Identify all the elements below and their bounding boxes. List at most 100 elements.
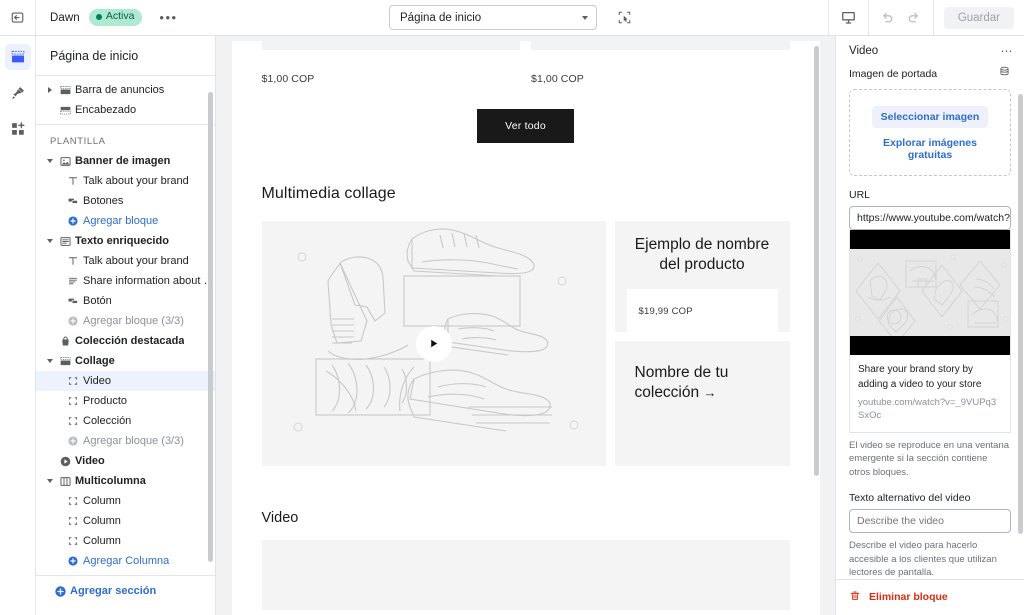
alt-text-input[interactable] — [849, 509, 1011, 534]
block-icon — [63, 415, 83, 427]
sidebar-add-column[interactable]: Agregar Columna — [36, 551, 215, 571]
plus-circle-icon — [63, 555, 83, 567]
video-preview-card[interactable]: Share your brand story by adding a video… — [849, 230, 1011, 433]
panel-actions-menu[interactable]: ⋯ — [1001, 45, 1015, 57]
sidebar-section-label: Colección destacada — [75, 335, 185, 347]
sidebar-add-block-collage[interactable]: Agregar bloque (3/3) — [36, 431, 215, 451]
sidebar-item-header[interactable]: Encabezado — [36, 100, 215, 120]
sidebar-section-collage[interactable]: Collage — [36, 351, 215, 371]
sidebar-block-label: Talk about your brand — [83, 255, 189, 267]
add-section-button[interactable]: Agregar sección — [36, 581, 215, 601]
sidebar-add-block-label: Agregar bloque (3/3) — [83, 315, 184, 327]
add-section-label: Agregar sección — [70, 585, 157, 597]
sidebar-title: Página de inicio — [50, 49, 139, 63]
text-icon — [63, 175, 83, 187]
sidebar-block-boton[interactable]: Botón — [36, 291, 215, 311]
sidebar-block-label: Colección — [83, 415, 132, 427]
sidebar-section-label: Multicolumna — [75, 475, 146, 487]
sidebar-section-banner-de-imagen[interactable]: Banner de imagen — [36, 151, 215, 171]
exit-editor-button[interactable] — [0, 0, 36, 36]
redo-button[interactable] — [901, 5, 927, 31]
play-button[interactable] — [415, 325, 452, 362]
editor-body: Página de inicio Barra de anuncios Encab… — [0, 36, 1024, 615]
panel-scrollbar-thumb[interactable] — [1018, 94, 1023, 534]
save-button[interactable]: Guardar — [943, 6, 1014, 29]
preview-scrollbar-thumb[interactable] — [813, 46, 819, 476]
sidebar-top-group: Barra de anuncios Encabezado — [36, 75, 215, 124]
url-input[interactable]: https://www.youtube.com/watch?v=_9VUPq3S… — [849, 206, 1011, 230]
plus-circle-icon — [50, 585, 70, 598]
collage-section-heading: Multimedia collage — [261, 185, 396, 202]
sidebar-section-coleccion-destacada[interactable]: Colección destacada — [36, 331, 215, 351]
chevron-down-icon — [46, 239, 53, 243]
sidebar-section-label: Collage — [75, 355, 115, 367]
sidebar-add-block-banner[interactable]: Agregar bloque — [36, 211, 215, 231]
sidebar-scrollbar[interactable] — [208, 72, 213, 581]
panel-title: Video — [849, 45, 879, 57]
product-tile[interactable]: $1,00 COP — [531, 41, 790, 85]
sidebar-block-botones[interactable]: Botones — [36, 191, 215, 211]
trash-icon — [849, 589, 861, 605]
sidebar-item-announcement-bar[interactable]: Barra de anuncios — [36, 80, 215, 100]
sidebar-footer: Agregar sección — [36, 575, 215, 607]
collage-icon — [55, 355, 75, 368]
sidebar-block-label: Video — [83, 375, 111, 387]
inspector-select-button[interactable] — [613, 7, 635, 29]
sidebar-block-label: Column — [83, 535, 121, 547]
sidebar-group-label: PLANTILLA — [50, 136, 106, 147]
disclosure-expanded[interactable] — [44, 159, 55, 163]
video-thumbnail — [850, 230, 1010, 355]
disclosure-expanded[interactable] — [44, 239, 55, 243]
panel-scrollbar[interactable] — [1018, 66, 1023, 575]
sidebar-block-talk-about-your-brand[interactable]: Talk about your brand — [36, 171, 215, 191]
text-icon — [63, 255, 83, 267]
collage-collection-card[interactable]: Nombre de tu colección → — [614, 340, 790, 466]
video-section-placeholder[interactable] — [261, 540, 790, 610]
sidebar-section-video[interactable]: Video — [36, 451, 215, 471]
status-badge-label: Activa — [105, 10, 135, 23]
sidebar-block-share-information[interactable]: Share information about y... — [36, 271, 215, 291]
explore-free-images-link[interactable]: Explorar imágenes gratuitas — [860, 137, 1000, 161]
sidebar-block-video-selected[interactable]: Video — [36, 371, 215, 391]
alt-text-field: Texto alternativo del video Describe el … — [849, 492, 1011, 579]
sidebar-block-talk-about-your-brand-2[interactable]: Talk about your brand — [36, 251, 215, 271]
disclosure-expanded[interactable] — [44, 359, 55, 363]
rail-item-sections[interactable] — [4, 44, 31, 70]
device-preview-desktop-button[interactable] — [827, 0, 868, 35]
rail-item-app-blocks[interactable] — [5, 116, 31, 142]
sidebar-block-coleccion[interactable]: Colección — [36, 411, 215, 431]
select-image-button[interactable]: Seleccionar imagen — [871, 106, 989, 128]
sidebar-add-block-texto[interactable]: Agregar bloque (3/3) — [36, 311, 215, 331]
sidebar-scrollbar-thumb[interactable] — [208, 92, 213, 562]
block-settings-panel: Video ⋯ Imagen de portada Seleccionar im… — [835, 36, 1024, 615]
rail-item-theme-settings[interactable] — [5, 80, 31, 106]
video-section-heading: Video — [261, 510, 299, 526]
disclosure-expanded[interactable] — [44, 479, 55, 483]
collage-video-block[interactable] — [261, 221, 606, 466]
storefront-preview-frame: $1,00 COP $1,00 COP Ver todo Multimedia … — [231, 41, 820, 615]
theme-actions-menu[interactable]: ••• — [154, 11, 182, 24]
sidebar-section-multicolumna[interactable]: Multicolumna — [36, 471, 215, 491]
view-all-button[interactable]: Ver todo — [477, 109, 574, 143]
undo-button[interactable] — [875, 5, 901, 31]
collage-grid: Ejemplo de nombre del producto $19,99 CO… — [232, 221, 820, 466]
page-selector[interactable]: Página de inicio — [389, 5, 597, 30]
alt-text-help: Describe el video para hacerlo accesible… — [849, 540, 997, 579]
panel-scroll-area: Imagen de portada Seleccionar imagen Exp… — [836, 65, 1024, 579]
preview-scrollbar[interactable] — [813, 46, 819, 612]
sidebar-block-column-3[interactable]: Column — [36, 531, 215, 551]
product-tile[interactable]: $1,00 COP — [261, 41, 520, 85]
sidebar-item-label: Encabezado — [75, 104, 137, 116]
disclosure-collapsed[interactable] — [44, 87, 55, 93]
block-icon — [63, 515, 83, 527]
media-library-icon[interactable] — [998, 65, 1011, 83]
sidebar-block-column-1[interactable]: Column — [36, 491, 215, 511]
sidebar-block-producto[interactable]: Producto — [36, 391, 215, 411]
top-bar-left: Dawn Activa ••• — [0, 0, 183, 36]
sidebar-add-block-label: Agregar Columna — [83, 555, 170, 567]
collage-product-card[interactable]: Ejemplo de nombre del producto $19,99 CO… — [614, 221, 790, 332]
alt-text-label: Texto alternativo del video — [849, 492, 971, 505]
sidebar-section-texto-enriquecido[interactable]: Texto enriquecido — [36, 231, 215, 251]
sidebar-block-column-2[interactable]: Column — [36, 511, 215, 531]
delete-block-button[interactable]: Eliminar bloque — [849, 589, 1011, 605]
